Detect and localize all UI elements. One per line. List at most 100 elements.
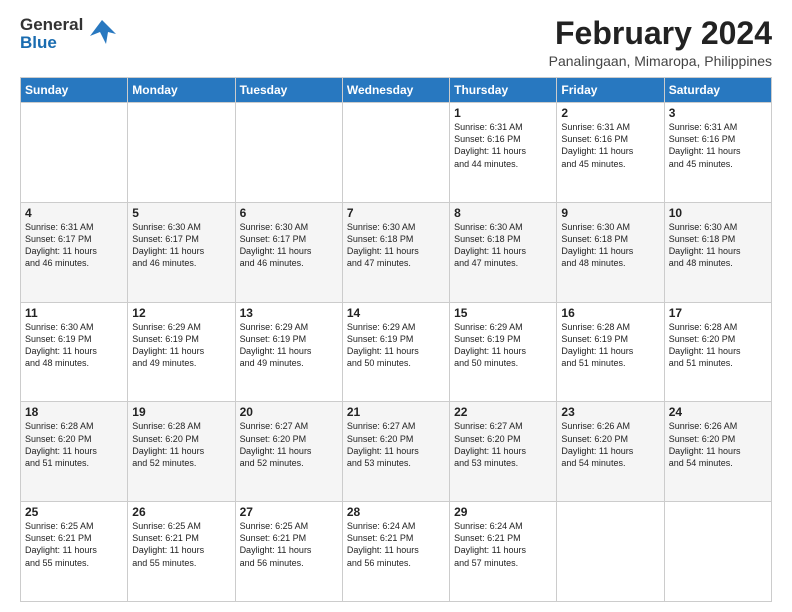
calendar-week-row: 11Sunrise: 6:30 AM Sunset: 6:19 PM Dayli… bbox=[21, 302, 772, 402]
calendar-cell: 27Sunrise: 6:25 AM Sunset: 6:21 PM Dayli… bbox=[235, 502, 342, 602]
calendar-header-row: SundayMondayTuesdayWednesdayThursdayFrid… bbox=[21, 78, 772, 103]
day-info: Sunrise: 6:30 AM Sunset: 6:18 PM Dayligh… bbox=[561, 221, 659, 270]
day-info: Sunrise: 6:30 AM Sunset: 6:19 PM Dayligh… bbox=[25, 321, 123, 370]
calendar-cell: 17Sunrise: 6:28 AM Sunset: 6:20 PM Dayli… bbox=[664, 302, 771, 402]
day-number: 21 bbox=[347, 405, 445, 419]
calendar-cell: 19Sunrise: 6:28 AM Sunset: 6:20 PM Dayli… bbox=[128, 402, 235, 502]
calendar-cell bbox=[235, 103, 342, 203]
day-info: Sunrise: 6:25 AM Sunset: 6:21 PM Dayligh… bbox=[132, 520, 230, 569]
day-info: Sunrise: 6:28 AM Sunset: 6:19 PM Dayligh… bbox=[561, 321, 659, 370]
day-number: 10 bbox=[669, 206, 767, 220]
day-info: Sunrise: 6:31 AM Sunset: 6:17 PM Dayligh… bbox=[25, 221, 123, 270]
day-number: 19 bbox=[132, 405, 230, 419]
header: General Blue February 2024 Panalingaan, … bbox=[20, 16, 772, 69]
logo-blue: Blue bbox=[20, 34, 83, 52]
day-info: Sunrise: 6:29 AM Sunset: 6:19 PM Dayligh… bbox=[347, 321, 445, 370]
day-number: 17 bbox=[669, 306, 767, 320]
calendar-day-header: Thursday bbox=[450, 78, 557, 103]
day-info: Sunrise: 6:27 AM Sunset: 6:20 PM Dayligh… bbox=[454, 420, 552, 469]
day-info: Sunrise: 6:29 AM Sunset: 6:19 PM Dayligh… bbox=[454, 321, 552, 370]
day-number: 6 bbox=[240, 206, 338, 220]
day-number: 24 bbox=[669, 405, 767, 419]
day-number: 28 bbox=[347, 505, 445, 519]
calendar-cell: 9Sunrise: 6:30 AM Sunset: 6:18 PM Daylig… bbox=[557, 202, 664, 302]
day-number: 15 bbox=[454, 306, 552, 320]
day-info: Sunrise: 6:29 AM Sunset: 6:19 PM Dayligh… bbox=[132, 321, 230, 370]
calendar-cell: 14Sunrise: 6:29 AM Sunset: 6:19 PM Dayli… bbox=[342, 302, 449, 402]
day-number: 20 bbox=[240, 405, 338, 419]
calendar-cell bbox=[664, 502, 771, 602]
calendar-cell bbox=[21, 103, 128, 203]
day-info: Sunrise: 6:30 AM Sunset: 6:18 PM Dayligh… bbox=[454, 221, 552, 270]
calendar-cell: 16Sunrise: 6:28 AM Sunset: 6:19 PM Dayli… bbox=[557, 302, 664, 402]
day-number: 4 bbox=[25, 206, 123, 220]
day-number: 27 bbox=[240, 505, 338, 519]
day-number: 5 bbox=[132, 206, 230, 220]
day-info: Sunrise: 6:31 AM Sunset: 6:16 PM Dayligh… bbox=[669, 121, 767, 170]
calendar-cell: 25Sunrise: 6:25 AM Sunset: 6:21 PM Dayli… bbox=[21, 502, 128, 602]
calendar-cell: 1Sunrise: 6:31 AM Sunset: 6:16 PM Daylig… bbox=[450, 103, 557, 203]
calendar-cell: 12Sunrise: 6:29 AM Sunset: 6:19 PM Dayli… bbox=[128, 302, 235, 402]
calendar-cell: 2Sunrise: 6:31 AM Sunset: 6:16 PM Daylig… bbox=[557, 103, 664, 203]
calendar-cell: 11Sunrise: 6:30 AM Sunset: 6:19 PM Dayli… bbox=[21, 302, 128, 402]
day-info: Sunrise: 6:30 AM Sunset: 6:18 PM Dayligh… bbox=[669, 221, 767, 270]
day-number: 8 bbox=[454, 206, 552, 220]
day-info: Sunrise: 6:25 AM Sunset: 6:21 PM Dayligh… bbox=[240, 520, 338, 569]
day-number: 3 bbox=[669, 106, 767, 120]
day-info: Sunrise: 6:24 AM Sunset: 6:21 PM Dayligh… bbox=[454, 520, 552, 569]
day-info: Sunrise: 6:26 AM Sunset: 6:20 PM Dayligh… bbox=[669, 420, 767, 469]
calendar-cell: 24Sunrise: 6:26 AM Sunset: 6:20 PM Dayli… bbox=[664, 402, 771, 502]
calendar-cell: 6Sunrise: 6:30 AM Sunset: 6:17 PM Daylig… bbox=[235, 202, 342, 302]
calendar-day-header: Saturday bbox=[664, 78, 771, 103]
logo-bird-icon bbox=[86, 16, 118, 48]
subtitle: Panalingaan, Mimaropa, Philippines bbox=[549, 53, 772, 69]
page: General Blue February 2024 Panalingaan, … bbox=[0, 0, 792, 612]
day-number: 29 bbox=[454, 505, 552, 519]
calendar-cell: 18Sunrise: 6:28 AM Sunset: 6:20 PM Dayli… bbox=[21, 402, 128, 502]
day-info: Sunrise: 6:27 AM Sunset: 6:20 PM Dayligh… bbox=[240, 420, 338, 469]
day-info: Sunrise: 6:27 AM Sunset: 6:20 PM Dayligh… bbox=[347, 420, 445, 469]
day-number: 25 bbox=[25, 505, 123, 519]
day-info: Sunrise: 6:28 AM Sunset: 6:20 PM Dayligh… bbox=[132, 420, 230, 469]
day-info: Sunrise: 6:30 AM Sunset: 6:17 PM Dayligh… bbox=[240, 221, 338, 270]
calendar-cell: 13Sunrise: 6:29 AM Sunset: 6:19 PM Dayli… bbox=[235, 302, 342, 402]
calendar-cell: 22Sunrise: 6:27 AM Sunset: 6:20 PM Dayli… bbox=[450, 402, 557, 502]
calendar-day-header: Friday bbox=[557, 78, 664, 103]
calendar-cell: 10Sunrise: 6:30 AM Sunset: 6:18 PM Dayli… bbox=[664, 202, 771, 302]
calendar-week-row: 4Sunrise: 6:31 AM Sunset: 6:17 PM Daylig… bbox=[21, 202, 772, 302]
day-number: 18 bbox=[25, 405, 123, 419]
calendar-day-header: Monday bbox=[128, 78, 235, 103]
calendar-day-header: Tuesday bbox=[235, 78, 342, 103]
calendar-cell: 3Sunrise: 6:31 AM Sunset: 6:16 PM Daylig… bbox=[664, 103, 771, 203]
calendar-cell: 28Sunrise: 6:24 AM Sunset: 6:21 PM Dayli… bbox=[342, 502, 449, 602]
calendar-cell bbox=[342, 103, 449, 203]
calendar-cell: 4Sunrise: 6:31 AM Sunset: 6:17 PM Daylig… bbox=[21, 202, 128, 302]
calendar-week-row: 25Sunrise: 6:25 AM Sunset: 6:21 PM Dayli… bbox=[21, 502, 772, 602]
day-info: Sunrise: 6:29 AM Sunset: 6:19 PM Dayligh… bbox=[240, 321, 338, 370]
title-block: February 2024 Panalingaan, Mimaropa, Phi… bbox=[549, 16, 772, 69]
calendar-cell: 21Sunrise: 6:27 AM Sunset: 6:20 PM Dayli… bbox=[342, 402, 449, 502]
calendar-day-header: Sunday bbox=[21, 78, 128, 103]
calendar-cell bbox=[128, 103, 235, 203]
day-number: 12 bbox=[132, 306, 230, 320]
day-number: 23 bbox=[561, 405, 659, 419]
calendar-table: SundayMondayTuesdayWednesdayThursdayFrid… bbox=[20, 77, 772, 602]
day-info: Sunrise: 6:25 AM Sunset: 6:21 PM Dayligh… bbox=[25, 520, 123, 569]
day-number: 1 bbox=[454, 106, 552, 120]
logo: General Blue bbox=[20, 16, 118, 52]
day-number: 22 bbox=[454, 405, 552, 419]
logo-general: General bbox=[20, 16, 83, 34]
main-title: February 2024 bbox=[549, 16, 772, 51]
day-info: Sunrise: 6:28 AM Sunset: 6:20 PM Dayligh… bbox=[25, 420, 123, 469]
day-number: 14 bbox=[347, 306, 445, 320]
calendar-cell: 20Sunrise: 6:27 AM Sunset: 6:20 PM Dayli… bbox=[235, 402, 342, 502]
calendar-cell: 7Sunrise: 6:30 AM Sunset: 6:18 PM Daylig… bbox=[342, 202, 449, 302]
calendar-cell: 8Sunrise: 6:30 AM Sunset: 6:18 PM Daylig… bbox=[450, 202, 557, 302]
calendar-cell: 26Sunrise: 6:25 AM Sunset: 6:21 PM Dayli… bbox=[128, 502, 235, 602]
day-number: 2 bbox=[561, 106, 659, 120]
day-info: Sunrise: 6:31 AM Sunset: 6:16 PM Dayligh… bbox=[561, 121, 659, 170]
day-info: Sunrise: 6:30 AM Sunset: 6:17 PM Dayligh… bbox=[132, 221, 230, 270]
day-info: Sunrise: 6:28 AM Sunset: 6:20 PM Dayligh… bbox=[669, 321, 767, 370]
calendar-cell bbox=[557, 502, 664, 602]
day-number: 11 bbox=[25, 306, 123, 320]
